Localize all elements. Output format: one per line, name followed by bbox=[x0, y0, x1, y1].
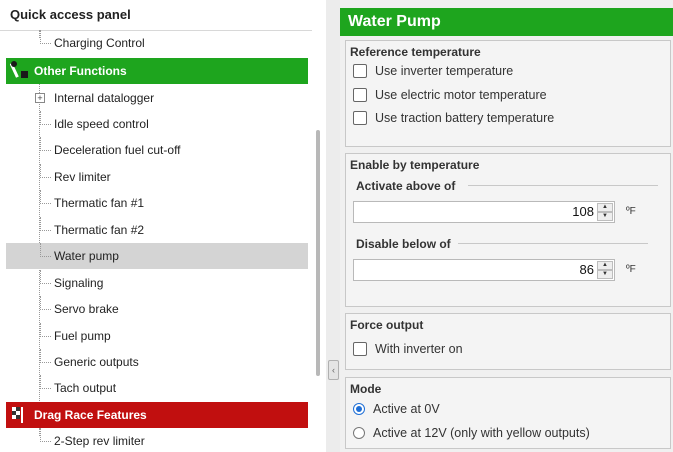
spin-up-icon[interactable]: ▲ bbox=[597, 203, 613, 212]
divider bbox=[458, 243, 648, 244]
tree-item-thermatic-fan-1[interactable]: Thermatic fan #1 bbox=[6, 190, 308, 216]
reference-temperature-group: Reference temperature Use inverter tempe… bbox=[345, 40, 671, 147]
spin-value: 86 bbox=[579, 262, 594, 277]
tree-branch bbox=[40, 190, 51, 204]
divider bbox=[468, 185, 658, 186]
tree-item-label: Charging Control bbox=[54, 36, 145, 50]
tree-item-label: Signaling bbox=[54, 276, 104, 290]
radio-label: Active at 0V bbox=[373, 402, 440, 416]
spin-down-icon[interactable]: ▼ bbox=[597, 212, 613, 221]
use-electric-motor-temperature-checkbox[interactable]: Use electric motor temperature bbox=[353, 88, 547, 102]
tree-item-label: Fuel pump bbox=[54, 329, 111, 343]
tree-item-label: Rev limiter bbox=[54, 170, 111, 184]
group-title: Force output bbox=[350, 318, 424, 332]
tree-item-servo-brake[interactable]: Servo brake bbox=[6, 296, 308, 322]
expand-plus-icon[interactable]: + bbox=[35, 93, 45, 103]
enable-by-temperature-group: Enable by temperature Activate above of … bbox=[345, 153, 671, 307]
tree-branch bbox=[40, 217, 51, 231]
checkbox-label: Use electric motor temperature bbox=[375, 88, 547, 102]
spin-value: 108 bbox=[572, 204, 594, 219]
tree-scrollbar[interactable] bbox=[312, 30, 326, 452]
tree-item-internal-datalogger[interactable]: + Internal datalogger bbox=[6, 85, 308, 111]
tree-item-rev-limiter[interactable]: Rev limiter bbox=[6, 164, 308, 190]
activate-above-input[interactable]: 108 ▲ ▼ bbox=[353, 201, 615, 223]
disable-below-label: Disable below of bbox=[356, 237, 451, 251]
tree-item-water-pump[interactable]: Water pump bbox=[6, 243, 308, 269]
spin-down-icon[interactable]: ▼ bbox=[597, 270, 613, 279]
checkbox-label: With inverter on bbox=[375, 342, 463, 356]
checkbox-box[interactable] bbox=[353, 88, 367, 102]
active-at-0v-radio[interactable]: Active at 0V bbox=[353, 402, 440, 416]
tree-item-deceleration-fuel-cut-off[interactable]: Deceleration fuel cut-off bbox=[6, 137, 308, 163]
tree-item-label: Generic outputs bbox=[54, 355, 139, 369]
tree-branch bbox=[40, 323, 51, 337]
tree-branch bbox=[40, 375, 51, 389]
tree-item-label: Thermatic fan #2 bbox=[54, 223, 145, 237]
checkbox-box[interactable] bbox=[353, 64, 367, 78]
panel-splitter[interactable]: ‹ bbox=[326, 0, 340, 452]
tree-item-2-step-rev-limiter[interactable]: 2-Step rev limiter bbox=[6, 428, 308, 452]
tree-item-label: Tach output bbox=[54, 381, 117, 395]
unit-label: ºF bbox=[626, 264, 636, 275]
group-title: Reference temperature bbox=[350, 45, 481, 59]
tree-item-generic-outputs[interactable]: Generic outputs bbox=[6, 349, 308, 375]
spin-buttons: ▲ ▼ bbox=[597, 203, 613, 221]
checkbox-label: Use inverter temperature bbox=[375, 64, 514, 78]
page-title: Water Pump bbox=[340, 8, 673, 36]
tree-branch bbox=[40, 243, 51, 257]
checkbox-label: Use traction battery temperature bbox=[375, 111, 555, 125]
checkbox-box[interactable] bbox=[353, 111, 367, 125]
water-pump-settings: Water Pump Reference temperature Use inv… bbox=[340, 0, 673, 452]
spin-buttons: ▲ ▼ bbox=[597, 261, 613, 279]
tree-item-label: Thermatic fan #1 bbox=[54, 196, 145, 210]
tree-item-fuel-pump[interactable]: Fuel pump bbox=[6, 323, 308, 349]
quick-access-panel: Quick access panel Charging Control Othe… bbox=[0, 0, 336, 452]
tree-item-idle-speed-control[interactable]: Idle speed control bbox=[6, 111, 308, 137]
tree-item-label: Water pump bbox=[54, 249, 119, 263]
radio-selected-icon[interactable] bbox=[353, 403, 365, 415]
disable-below-input[interactable]: 86 ▲ ▼ bbox=[353, 259, 615, 281]
wrench-icon bbox=[10, 61, 28, 78]
tree-branch bbox=[40, 296, 51, 310]
group-title: Enable by temperature bbox=[350, 158, 480, 172]
checkbox-box[interactable] bbox=[353, 342, 367, 356]
category-drag-race-features[interactable]: Drag Race Features bbox=[6, 402, 308, 428]
category-label: Drag Race Features bbox=[34, 408, 147, 422]
tree-branch bbox=[40, 164, 51, 178]
tree-branch bbox=[40, 270, 51, 284]
tree-branch bbox=[40, 349, 51, 363]
active-at-12v-radio[interactable]: Active at 12V (only with yellow outputs) bbox=[353, 426, 590, 440]
tree-item-tach-output[interactable]: Tach output bbox=[6, 375, 308, 401]
tree-item-label: Deceleration fuel cut-off bbox=[54, 143, 181, 157]
force-output-group: Force output With inverter on bbox=[345, 313, 671, 370]
spin-up-icon[interactable]: ▲ bbox=[597, 261, 613, 270]
tree-branch bbox=[40, 428, 51, 442]
collapse-chevron-left-icon[interactable]: ‹ bbox=[328, 360, 339, 380]
function-tree: Charging Control Other Functions + Inter… bbox=[0, 30, 312, 452]
tree-branch bbox=[40, 137, 51, 151]
category-other-functions[interactable]: Other Functions bbox=[6, 58, 308, 84]
category-label: Other Functions bbox=[34, 64, 127, 78]
tree-item-label: 2-Step rev limiter bbox=[54, 434, 145, 448]
tree-item-thermatic-fan-2[interactable]: Thermatic fan #2 bbox=[6, 217, 308, 243]
use-traction-battery-temperature-checkbox[interactable]: Use traction battery temperature bbox=[353, 111, 554, 125]
tree-branch bbox=[40, 30, 51, 44]
tree-item-label: Idle speed control bbox=[54, 117, 149, 131]
activate-above-label: Activate above of bbox=[356, 179, 456, 193]
unit-label: ºF bbox=[626, 206, 636, 217]
radio-unselected-icon[interactable] bbox=[353, 427, 365, 439]
tree-item-charging-control[interactable]: Charging Control bbox=[6, 30, 308, 56]
tree-branch bbox=[40, 111, 51, 125]
group-title: Mode bbox=[350, 382, 382, 396]
use-inverter-temperature-checkbox[interactable]: Use inverter temperature bbox=[353, 64, 513, 78]
tree-item-label: Servo brake bbox=[54, 302, 119, 316]
panel-title: Quick access panel bbox=[0, 0, 335, 31]
mode-group: Mode Active at 0V Active at 12V (only wi… bbox=[345, 377, 671, 449]
tree-item-signaling[interactable]: Signaling bbox=[6, 270, 308, 296]
scrollbar-thumb[interactable] bbox=[316, 130, 320, 376]
tree-item-label: Internal datalogger bbox=[54, 91, 155, 105]
radio-label: Active at 12V (only with yellow outputs) bbox=[373, 426, 590, 440]
with-inverter-on-checkbox[interactable]: With inverter on bbox=[353, 342, 463, 356]
drag-race-icon bbox=[12, 407, 23, 423]
